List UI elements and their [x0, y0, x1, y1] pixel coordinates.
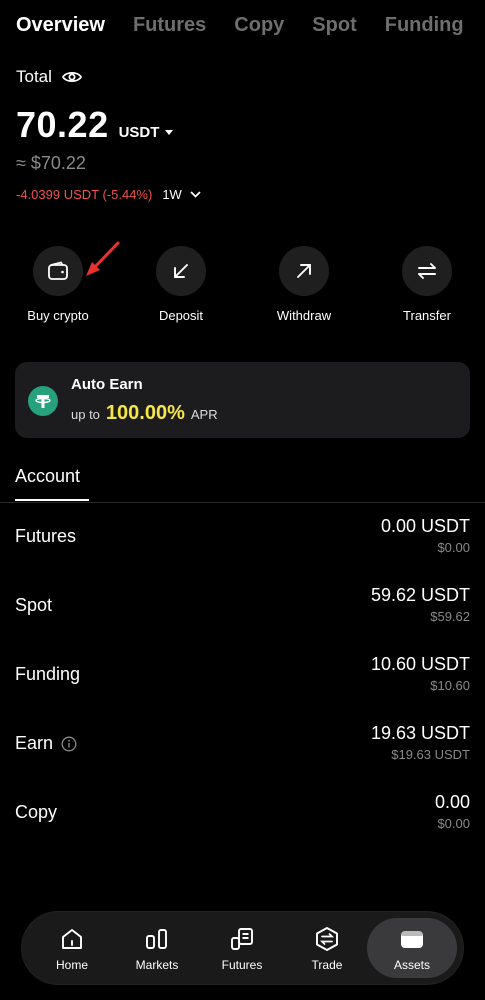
auto-earn-title: Auto Earn — [71, 376, 143, 393]
nav-trade[interactable]: Trade — [284, 912, 370, 984]
account-row-funding[interactable]: Funding 10.60 USDT $10.60 — [0, 650, 485, 702]
top-tabs: Overview Futures Copy Spot Funding — [16, 14, 485, 37]
account-name: Spot — [15, 595, 53, 615]
tab-account[interactable]: Account — [15, 466, 80, 487]
balance-row: 70.22 USDT — [16, 104, 174, 146]
tab-underline — [15, 499, 89, 501]
nav-label: Trade — [311, 958, 343, 972]
account-row-copy[interactable]: Copy 0.00 $0.00 — [0, 788, 485, 840]
balance-value: 70.22 — [16, 104, 109, 145]
pnl-row: -4.0399 USDT (-5.44%) 1W — [16, 187, 201, 202]
account-name-wrap: Earn — [15, 733, 77, 754]
annotation-arrow-icon — [86, 241, 120, 276]
nav-futures[interactable]: Futures — [199, 912, 285, 984]
arrow-down-left-icon — [156, 246, 206, 296]
nav-home[interactable]: Home — [29, 912, 115, 984]
auto-earn-rate: 100.00% — [105, 402, 185, 424]
auto-earn-prefix: up to — [71, 407, 100, 422]
arrow-up-right-icon — [279, 246, 329, 296]
balance-fiat-approx: ≈ $70.22 — [16, 153, 86, 173]
nav-label: Home — [55, 958, 88, 972]
chevron-down-icon — [190, 191, 201, 198]
home-icon — [29, 926, 115, 952]
wallet-icon — [33, 246, 83, 296]
bottom-nav: Home Markets Futures Trade Assets — [22, 912, 463, 984]
currency-selector[interactable]: USDT — [119, 124, 174, 141]
total-row: Total — [16, 67, 82, 87]
account-amount: 10.60 USDT — [370, 654, 470, 674]
assets-icon — [367, 926, 457, 952]
transfer-label: Transfer — [403, 308, 451, 323]
tab-funding[interactable]: Funding — [385, 14, 464, 37]
currency-label: USDT — [118, 124, 160, 141]
futures-icon — [199, 926, 285, 952]
period-label: 1W — [162, 187, 182, 202]
transfer-button[interactable]: Transfer — [377, 246, 477, 323]
account-row-futures[interactable]: Futures 0.00 USDT $0.00 — [0, 512, 485, 564]
account-name: Copy — [15, 802, 58, 822]
account-amount: 0.00 USDT — [380, 516, 470, 536]
account-fiat: $10.60 — [430, 678, 470, 693]
account-fiat: $59.62 — [430, 609, 470, 624]
tab-copy[interactable]: Copy — [234, 14, 284, 37]
auto-earn-subtitle: up to 100.00% APR — [71, 402, 218, 425]
nav-assets[interactable]: Assets — [367, 918, 457, 978]
account-fiat: $19.63 USDT — [391, 747, 470, 762]
account-amount: 0.00 — [434, 792, 470, 812]
buy-crypto-label: Buy crypto — [27, 308, 89, 323]
account-fiat: $0.00 — [437, 540, 470, 555]
assets-overview-page: Overview Futures Copy Spot Funding Total… — [0, 0, 485, 1000]
info-icon[interactable] — [61, 736, 77, 752]
account-name: Earn — [15, 733, 54, 753]
tab-spot[interactable]: Spot — [312, 14, 356, 37]
tether-icon — [28, 386, 58, 416]
withdraw-button[interactable]: Withdraw — [254, 246, 354, 323]
deposit-button[interactable]: Deposit — [131, 246, 231, 323]
tab-futures[interactable]: Futures — [133, 14, 206, 37]
nav-label: Assets — [393, 958, 430, 972]
deposit-label: Deposit — [158, 308, 204, 323]
account-fiat: $0.00 — [437, 816, 470, 831]
nav-markets[interactable]: Markets — [114, 912, 200, 984]
auto-earn-suffix: APR — [190, 407, 218, 422]
trade-icon — [284, 926, 370, 952]
tab-overview[interactable]: Overview — [16, 14, 105, 37]
auto-earn-card[interactable]: Auto Earn up to 100.00% APR — [15, 362, 470, 438]
nav-label: Futures — [221, 958, 263, 972]
transfer-icon — [402, 246, 452, 296]
divider — [0, 502, 485, 503]
nav-label: Markets — [135, 958, 179, 972]
total-label: Total — [16, 67, 52, 86]
account-row-earn[interactable]: Earn 19.63 USDT $19.63 USDT — [0, 719, 485, 771]
account-name: Futures — [15, 526, 77, 546]
period-selector[interactable]: 1W — [162, 187, 201, 202]
account-amount: 19.63 USDT — [370, 723, 470, 743]
markets-icon — [114, 926, 200, 952]
caret-down-icon — [165, 130, 174, 135]
account-amount: 59.62 USDT — [370, 585, 470, 605]
withdraw-label: Withdraw — [276, 308, 332, 323]
account-name: Funding — [15, 664, 81, 684]
pnl-change: -4.0399 USDT (-5.44%) — [16, 187, 153, 202]
account-row-spot[interactable]: Spot 59.62 USDT $59.62 — [0, 581, 485, 633]
eye-icon[interactable] — [61, 67, 82, 87]
